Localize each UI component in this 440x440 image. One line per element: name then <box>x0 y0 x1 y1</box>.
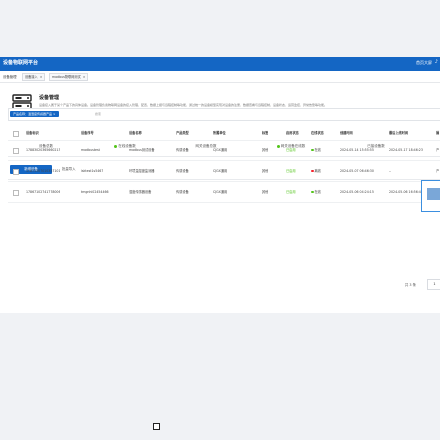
tabs-bar: 设备管理 设备接入 × modbus物联网测试 × <box>0 71 440 83</box>
cell-online: 在线 <box>311 140 321 160</box>
cell-created: 2024-05-14 15:55:55 <box>340 148 374 152</box>
cell-serial: tmgnhi02454466 <box>81 190 109 194</box>
cell-serial: lsktest1s5467 <box>81 169 104 173</box>
chip-label: 产品名称：温湿度传感器产品 <box>13 112 53 116</box>
tab-label: 设备接入 <box>25 75 38 79</box>
select-all-checkbox[interactable] <box>13 131 19 137</box>
cell-enabled: 已启用 <box>286 169 296 173</box>
cell-created: 2024-05-07 06:46:30 <box>340 169 374 173</box>
page-title: 设备管理 <box>39 95 60 101</box>
table-header: 设备标识 设备序号 设备名称 产品类型 所属单位 标签 启用状态 在线状态 创建… <box>8 127 440 141</box>
cell-serial: modbustest <box>81 148 100 152</box>
tab-label: modbus物联网测试 <box>52 75 81 79</box>
cell-device-id: 17871307010337101 <box>26 169 61 173</box>
cell-last-online: 2024-05-06 16:56:40 <box>389 190 423 194</box>
cell-name: modbus测试设备 <box>129 148 155 152</box>
row-checkbox[interactable] <box>13 190 19 196</box>
cell-device-id: 17867102741778006 <box>26 190 61 194</box>
cell-tag: 其他 <box>262 169 269 173</box>
col-header: 标签 <box>262 131 269 135</box>
col-header: 设备序号 <box>81 131 94 135</box>
cell-unit: CJGX通用 <box>213 190 228 194</box>
table-row[interactable]: 17883020365660213 modbustest modbus测试设备 … <box>8 140 440 161</box>
user-menu[interactable]: 首页大屏 <box>416 60 432 66</box>
pager-page[interactable]: 1 <box>427 279 440 290</box>
col-header: 在线状态 <box>311 131 324 135</box>
col-header: 设备名称 <box>129 131 142 135</box>
fab-icon <box>427 188 440 200</box>
cell-product-type: 传感设备 <box>176 190 189 194</box>
col-header: 设备标识 <box>26 131 39 135</box>
page-description: 设备接入属于某个产品下的具体设备。设备管理负责物联网设备的接入管理，配置，数据上… <box>39 103 328 107</box>
cell-product-type: 传感设备 <box>176 169 189 173</box>
status-dot <box>311 169 314 173</box>
cell-unit: CJGX通用 <box>213 169 228 173</box>
status-text: 在线 <box>314 190 321 194</box>
cell-enabled: 已启用 <box>286 148 296 152</box>
cell-last-online: -- <box>389 169 392 173</box>
cell-last-online: 2024-05-17 18:46:23 <box>389 148 423 152</box>
status-dot <box>311 148 314 152</box>
breadcrumb[interactable]: 设备管理 <box>3 74 17 79</box>
row-checkbox[interactable] <box>13 169 19 175</box>
cell-action[interactable]: 产 <box>436 140 439 160</box>
cell-online: 离线 <box>311 161 321 181</box>
cell-action[interactable]: 产 <box>436 161 439 181</box>
filter-bar[interactable] <box>8 108 440 121</box>
cell-tag: 其他 <box>262 190 269 194</box>
cell-product-type: 传感设备 <box>176 148 189 152</box>
close-icon[interactable]: × <box>53 112 56 116</box>
app-title: 设备物联网平台 <box>3 60 39 66</box>
tab-modbus[interactable]: modbus物联网测试 × <box>49 73 89 81</box>
col-header: 产品类型 <box>176 131 189 135</box>
col-header: 操 <box>436 131 440 135</box>
cell-created: 2024-05-06 04:24:15 <box>340 190 374 194</box>
status-dot <box>311 190 314 194</box>
row-checkbox[interactable] <box>13 148 19 154</box>
col-header: 最后上线时间 <box>389 131 409 135</box>
col-header: 启用状态 <box>286 131 299 135</box>
search-input[interactable]: 搜索 <box>95 112 101 116</box>
cursor-marker-icon <box>153 423 160 430</box>
col-header: 创建时间 <box>340 131 353 135</box>
cell-unit: CJGX通用 <box>213 148 228 152</box>
status-text: 在线 <box>314 148 321 152</box>
tab-device-access[interactable]: 设备接入 × <box>22 73 46 81</box>
close-icon[interactable]: × <box>40 75 43 79</box>
table-row[interactable]: 17867102741778006 tmgnhi02454466 湿度传感器设备… <box>8 182 440 203</box>
col-header: 所属单位 <box>213 131 226 135</box>
floating-action-button[interactable] <box>421 180 440 212</box>
top-header: 设备物联网平台 首页大屏 ♪ <box>0 57 440 71</box>
cell-name: 环境温湿度监测器 <box>129 169 155 173</box>
cell-name: 湿度传感器设备 <box>129 190 152 194</box>
status-text: 离线 <box>314 169 321 173</box>
cell-tag: 其他 <box>262 148 269 152</box>
pager-total: 共 3 条 <box>404 283 416 287</box>
close-icon[interactable]: × <box>83 75 86 79</box>
cell-online: 在线 <box>311 182 321 202</box>
filter-chip[interactable]: 产品名称：温湿度传感器产品 × <box>10 111 59 117</box>
table-row[interactable]: 17871307010337101 lsktest1s5467 环境温湿度监测器… <box>8 161 440 182</box>
bell-icon[interactable]: ♪ <box>435 59 438 65</box>
cell-enabled: 已启用 <box>286 190 296 194</box>
cell-device-id: 17883020365660213 <box>26 148 61 152</box>
